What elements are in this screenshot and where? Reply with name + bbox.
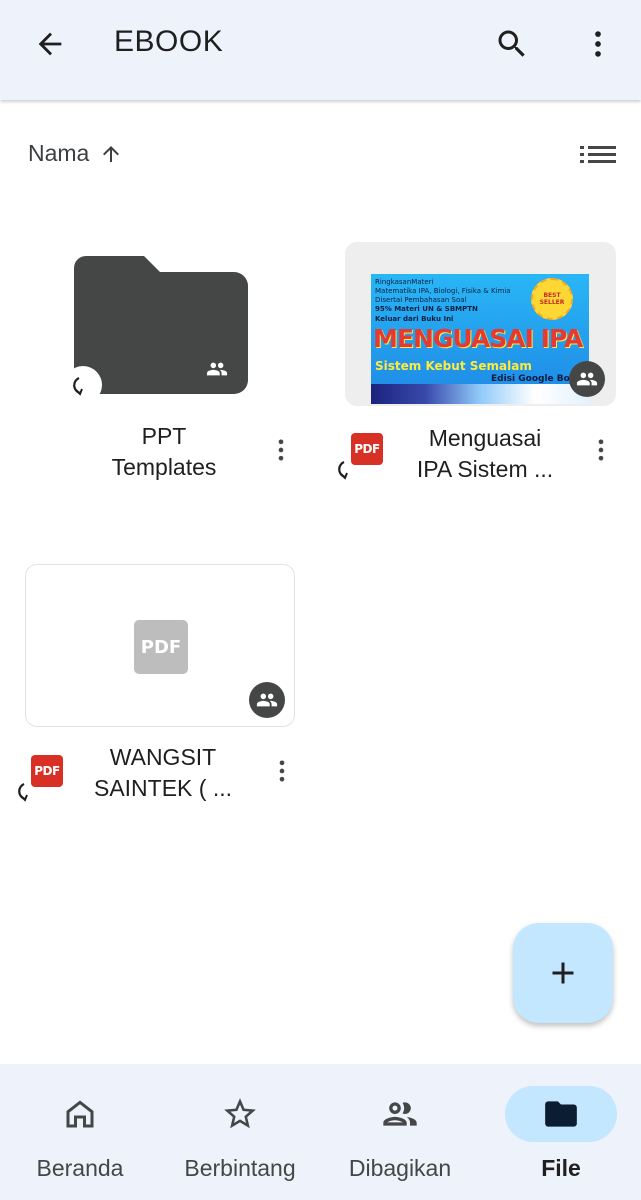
sync-icon: [331, 452, 365, 486]
cover-text-line-3: Disertai Pembahasan Soal: [375, 296, 467, 304]
sync-icon: [11, 774, 45, 808]
pdf-placeholder-label: PDF: [140, 636, 182, 658]
search-button[interactable]: [490, 22, 534, 66]
new-item-fab[interactable]: [513, 923, 613, 1023]
nav-item-beranda[interactable]: Beranda: [0, 1064, 160, 1200]
top-app-bar: EBOOK: [0, 0, 641, 100]
file-card-wangsit-saintek[interactable]: PDF PDF WANGSIT SAINTEK ( ...: [18, 564, 315, 814]
shared-people-icon: [256, 693, 278, 707]
more-vert-icon: [598, 439, 604, 461]
list-view-button[interactable]: [578, 142, 618, 172]
shared-badge: [569, 361, 605, 397]
sync-icon: [64, 366, 102, 404]
arrow-up-icon: [103, 145, 120, 162]
file-title-line-1: PPT: [141, 423, 187, 449]
more-vert-icon: [278, 439, 284, 461]
cover-title: MENGUASAI IPA: [373, 324, 583, 353]
home-icon: [66, 1100, 94, 1128]
back-button[interactable]: [26, 24, 74, 64]
file-thumbnail: PDF: [25, 564, 295, 727]
arrow-back-icon: [38, 32, 62, 56]
file-title-line-2: IPA Sistem ...: [416, 456, 554, 482]
file-title: Menguasai IPA Sistem ...: [403, 423, 567, 485]
file-card-menguasai-ipa[interactable]: RingkasanMateri Matematika IPA, Biologi,…: [338, 242, 625, 492]
sort-label: Nama: [28, 140, 90, 166]
cover-image-strip: [371, 384, 589, 404]
nav-item-berbintang[interactable]: Berbintang: [160, 1064, 320, 1200]
book-cover-image: RingkasanMateri Matematika IPA, Biologi,…: [371, 274, 589, 404]
more-options-button[interactable]: [578, 22, 618, 66]
nav-item-file[interactable]: File: [481, 1064, 641, 1200]
nav-label: Dibagikan: [348, 1155, 452, 1181]
pdf-placeholder-icon: PDF: [134, 620, 188, 674]
file-more-button[interactable]: [266, 428, 296, 472]
shared-badge: [249, 682, 285, 718]
file-title: WANGSIT SAINTEK ( ...: [81, 742, 245, 804]
cover-text-line-1: RingkasanMateri: [375, 278, 434, 286]
search-icon: [498, 30, 525, 57]
cover-text-line-2: Matematika IPA, Biologi, Fisika & Kimia: [375, 287, 511, 295]
nav-item-dibagikan[interactable]: Dibagikan: [320, 1064, 480, 1200]
file-title-line-2: Templates: [111, 454, 217, 480]
nav-icon-container: [184, 1086, 296, 1142]
file-more-button[interactable]: [586, 428, 616, 472]
shared-people-icon: [576, 372, 598, 386]
file-title: PPT Templates: [84, 421, 244, 483]
nav-label: File: [541, 1155, 581, 1181]
cover-subtitle: Sistem Kebut Semalam: [375, 359, 532, 373]
cover-text-line-4: 95% Materi UN & SBMPTN: [375, 305, 478, 313]
file-more-button[interactable]: [267, 749, 297, 793]
add-icon: [552, 962, 574, 984]
nav-icon-container-active: [505, 1086, 617, 1142]
file-title-line-1: WANGSIT: [109, 744, 217, 770]
more-vert-icon: [595, 31, 601, 57]
list-view-icon: [580, 146, 616, 163]
nav-icon-container: [24, 1086, 136, 1142]
file-thumbnail: RingkasanMateri Matematika IPA, Biologi,…: [345, 242, 616, 406]
file-title-line-2: SAINTEK ( ...: [93, 775, 233, 801]
cover-text-line-5: Keluar dari Buku Ini: [375, 315, 454, 323]
people-icon: [383, 1102, 417, 1126]
more-vert-icon: [279, 760, 285, 782]
shared-people-icon: [206, 362, 228, 376]
bottom-navigation: Beranda Berbintang Dibagikan File: [0, 1064, 641, 1200]
page-title: EBOOK: [114, 25, 224, 58]
sort-control[interactable]: Nama: [28, 140, 123, 167]
star-icon: [224, 1098, 256, 1129]
nav-icon-container: [344, 1086, 456, 1142]
file-title-line-1: Menguasai: [428, 425, 542, 451]
file-card-ppt-templates[interactable]: PPT Templates: [24, 240, 314, 490]
nav-label: Beranda: [36, 1155, 124, 1181]
best-seller-badge: BEST SELLER: [531, 278, 573, 320]
folder-icon: [545, 1101, 577, 1127]
nav-label: Berbintang: [184, 1155, 296, 1181]
